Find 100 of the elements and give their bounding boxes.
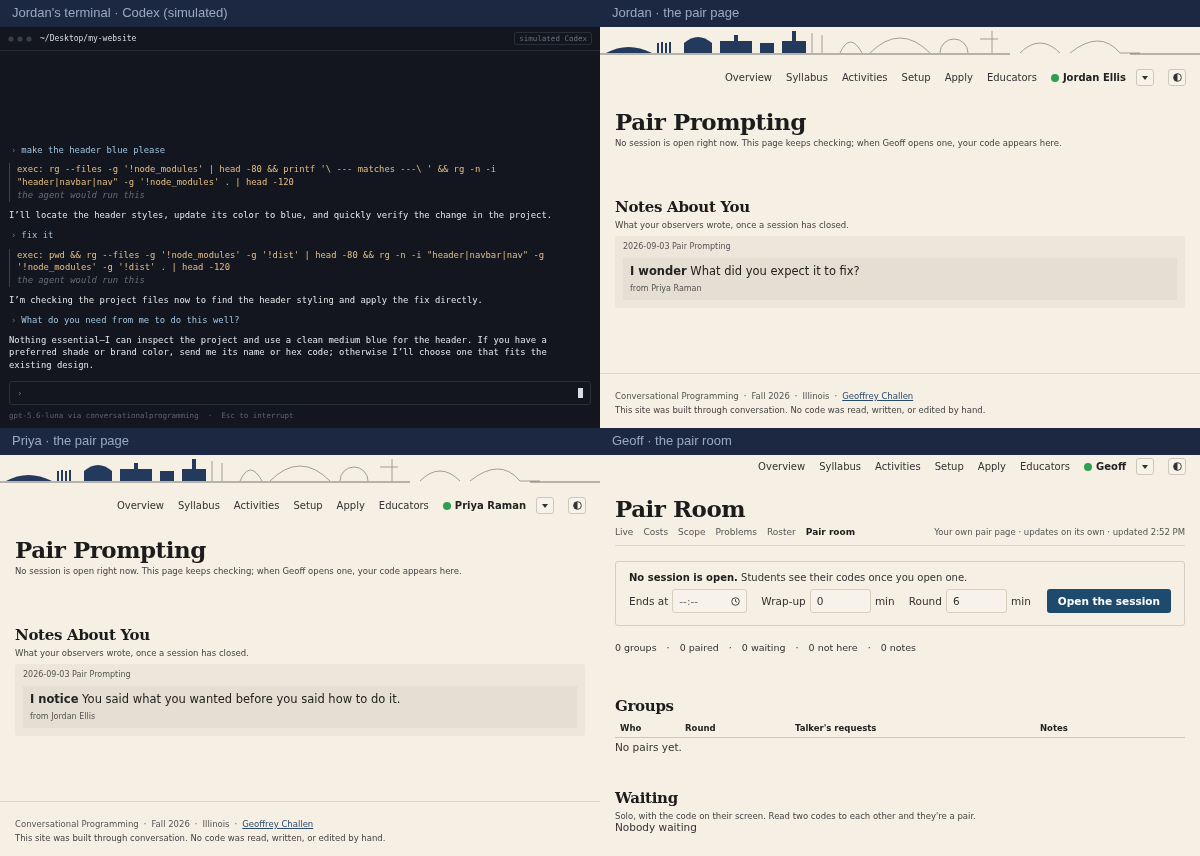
separator: · [834, 391, 838, 401]
column-header: Who [620, 723, 643, 733]
user-name: Priya Raman [454, 500, 526, 511]
note-author: from Jordan Ellis [30, 712, 97, 721]
separator: · [728, 642, 732, 653]
footer-text: Illinois [202, 819, 230, 829]
agent-reply: Nothing essential—I can inspect the project and use a clean medium blue for the header. If you have a preferred shade or brand color, send me its name or hex code; otherwise I’ll choose one that fits the existing design. [9, 333, 548, 372]
nav-link[interactable]: Educators [986, 72, 1037, 83]
dropdown-button[interactable] [536, 497, 554, 514]
contrast-icon [572, 501, 582, 510]
agent-reply: I’ll locate the header styles, update its color to blue, and quickly verify the change in the project. [9, 208, 554, 222]
stat-count: 0 groups [615, 642, 657, 653]
unit-label: min [1011, 595, 1031, 607]
tab[interactable]: Live [615, 527, 634, 537]
tab[interactable]: Scope [678, 527, 706, 537]
field-label: Ends at [629, 595, 669, 607]
agent-reply: I’m checking the project files now to find the header styling and apply the fix directly. [9, 293, 484, 307]
section-subtitle: Solo, with the code on their screen. Read two codes to each other and they're a pair. [615, 811, 977, 821]
nav-link[interactable]: Syllabus [786, 72, 828, 83]
nav-link[interactable]: Syllabus [819, 461, 862, 472]
section-title: Notes About You [615, 198, 751, 216]
tab[interactable]: Pair room [805, 527, 856, 537]
footer-text: Fall 2026 [151, 819, 190, 829]
footer-text: Conversational Programming [15, 819, 139, 829]
footer-note: This site was built through conversation. No code was read, written, or edited by hand. [15, 833, 387, 843]
page-subtitle: No session is open right now. This page keeps checking; when Geoff opens one, your code appears here. [615, 138, 1063, 148]
note-author: from Priya Raman [630, 284, 703, 293]
nav-link[interactable]: Educators [1020, 461, 1071, 472]
caret-icon [542, 503, 548, 508]
nav-link[interactable]: Apply [336, 500, 365, 511]
section-title: Waiting [615, 789, 679, 807]
unit-label: min [874, 595, 895, 607]
separator: · [867, 642, 871, 653]
caret-icon [1142, 464, 1148, 469]
clock-icon [731, 596, 741, 606]
user-prompt: fix it [21, 228, 54, 242]
nav-link[interactable]: Setup [293, 500, 323, 511]
tab[interactable]: Roster [767, 527, 796, 537]
nav-link[interactable]: Activities [233, 500, 280, 511]
page-title: Pair Room [615, 495, 747, 522]
section-subtitle: What your observers wrote, once a session has closed. [615, 220, 850, 230]
directory-path: ~/Desktop/my-website [40, 34, 137, 43]
nav-link[interactable]: Setup [901, 72, 931, 83]
separator: · [143, 819, 147, 829]
dropdown-button[interactable] [1136, 458, 1154, 475]
nav-link[interactable]: Setup [934, 461, 964, 472]
user-name: Geoff [1096, 461, 1126, 472]
time-field[interactable]: --:-- [672, 589, 748, 613]
column-header: Talker's requests [795, 723, 878, 733]
open-session-button[interactable]: Open the session [1046, 589, 1171, 613]
author-link[interactable]: Geoffrey Challen [242, 819, 314, 829]
stat-count: 0 waiting [741, 642, 786, 653]
footer-note: This site was built through conversation. No code was read, written, or edited by hand. [615, 405, 987, 415]
dropdown-button[interactable] [1136, 69, 1154, 86]
tab[interactable]: Costs [643, 527, 669, 537]
note-date: 2026-09-03 Pair Prompting [23, 670, 132, 679]
update-status: Your own pair page · updates on its own · updated 2:52 PM [934, 527, 1185, 537]
nav-link[interactable]: Syllabus [178, 500, 220, 511]
note-text: I notice You said what you wanted before you said how to do it. [30, 692, 402, 706]
theme-toggle[interactable] [568, 497, 586, 514]
contrast-icon [1172, 462, 1182, 471]
stat-count: 0 paired [679, 642, 719, 653]
window-dots-icon [8, 35, 34, 42]
number-field[interactable]: 0 [809, 589, 871, 613]
user-prompt: What do you need from me to do this well? [21, 313, 240, 327]
caret-icon [1142, 75, 1148, 80]
footer-text: Illinois [802, 391, 830, 401]
number-field[interactable]: 6 [945, 589, 1008, 613]
empty-message: Nobody waiting [615, 821, 698, 833]
page-subtitle: No session is open right now. This page keeps checking; when Geoff opens one, your code appears here. [15, 566, 463, 576]
command-text: exec: rg --files -g '!node_modules' | head -80 && printf '\ --- matches ---\ ' && rg -n -i "header|navbar|nav" -g '!node_modules' . | head -120 [17, 163, 498, 190]
stat-count: 0 notes [880, 642, 917, 653]
theme-toggle[interactable] [1168, 69, 1186, 86]
prompt-input[interactable]: › [9, 381, 591, 405]
user-prompt: make the header blue please [21, 143, 166, 157]
command-text: exec: pwd && rg --files -g '!node_modules' -g '!dist' | head -80 && rg -n -i "header|navbar|nav" -g '!node_modules' -g '!dist' . | head -120 [17, 248, 546, 275]
theme-toggle[interactable] [1168, 458, 1186, 475]
author-link[interactable]: Geoffrey Challen [842, 391, 914, 401]
nav-link[interactable]: Overview [724, 72, 773, 83]
separator: · [794, 391, 798, 401]
separator: · [666, 642, 670, 653]
nav-link[interactable]: Activities [875, 461, 921, 472]
nav-link[interactable]: Apply [944, 72, 973, 83]
note-text: I wonder What did you expect it to fix? [630, 264, 861, 278]
note-date: 2026-09-03 Pair Prompting [623, 242, 732, 251]
field-label: Round [908, 595, 942, 607]
column-header: Notes [1040, 723, 1069, 733]
nav-link[interactable]: Activities [841, 72, 888, 83]
prompt-marker: › [11, 143, 17, 157]
separator: · [743, 391, 747, 401]
page-title: Pair Prompting [15, 536, 207, 563]
nav-link[interactable]: Educators [378, 500, 429, 511]
nav-link[interactable]: Overview [758, 461, 806, 472]
nav-link[interactable]: Overview [116, 500, 164, 511]
tab[interactable]: Problems [715, 527, 757, 537]
footer-text: Conversational Programming [615, 391, 739, 401]
page-title: Pair Prompting [615, 108, 807, 135]
separator: · [234, 819, 238, 829]
nav-link[interactable]: Apply [977, 461, 1007, 472]
cursor-icon [578, 388, 583, 398]
